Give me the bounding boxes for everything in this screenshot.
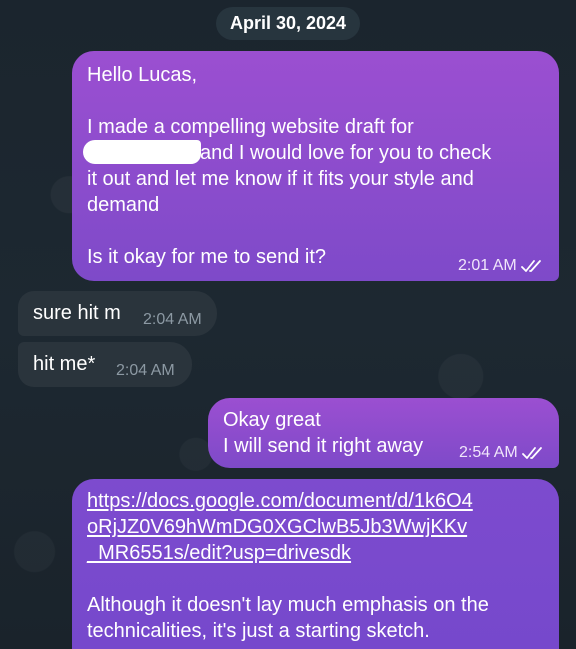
double-check-icon: [520, 260, 541, 272]
outgoing-message-bubble[interactable]: Okay great I will send it right away 2:5…: [208, 398, 559, 468]
message-text: hit me*: [33, 353, 96, 375]
outgoing-message-bubble[interactable]: https://docs.google.com/document/d/1k6O4…: [72, 479, 559, 649]
message-line: [87, 566, 549, 592]
message-time-text: 2:04 AM: [116, 362, 175, 379]
date-separator: April 30, 2024: [216, 7, 360, 40]
message-line: I made a compelling website draft for: [87, 116, 414, 138]
message-line: technicalities, it's just a starting ske…: [87, 620, 430, 642]
message-time: 2:54 AM: [459, 444, 518, 461]
message-line: Although it doesn't lay much emphasis on…: [87, 594, 489, 616]
message-line: [87, 88, 543, 114]
double-check-icon: [521, 447, 542, 459]
message-line: it out and let me know if it fits your s…: [87, 168, 474, 190]
message-time: 2:01 AM: [458, 257, 517, 274]
incoming-message-bubble[interactable]: sure hit m 2:04 AM: [18, 291, 217, 336]
incoming-message-bubble[interactable]: hit me* 2:04 AM: [18, 342, 192, 387]
redaction-mark: [83, 140, 201, 164]
message-line: and I would love for you to check: [83, 140, 543, 166]
document-link[interactable]: oRjJZ0V69hWmDG0XGClwB5Jb3WwjKKv: [87, 514, 549, 540]
message-time: 2:04 AM: [116, 362, 175, 380]
message-meta: 2:54 AM: [459, 444, 548, 462]
message-text: sure hit m: [33, 302, 121, 324]
message-meta: 2:01 AM: [458, 257, 547, 275]
message-line: demand: [87, 194, 160, 216]
message-line: [87, 218, 543, 244]
document-link[interactable]: https://docs.google.com/document/d/1k6O4: [87, 488, 549, 514]
message-time-text: 2:04 AM: [143, 311, 202, 328]
document-link[interactable]: _MR6551s/edit?usp=drivesdk: [87, 540, 549, 566]
message-line: Okay great: [223, 409, 321, 431]
message-line: Hello Lucas,: [87, 64, 198, 86]
message-time: 2:04 AM: [143, 311, 202, 329]
message-text: and I would love for you to check: [200, 142, 492, 164]
outgoing-message-bubble[interactable]: Hello Lucas, I made a compelling website…: [72, 51, 559, 281]
